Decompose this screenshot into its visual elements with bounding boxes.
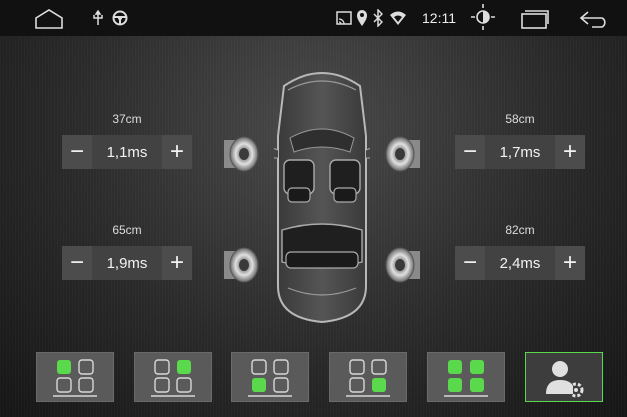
bluetooth-icon (373, 9, 383, 27)
increase-delay-button[interactable]: + (555, 135, 585, 169)
distance-label: 65cm (112, 223, 142, 237)
user-settings-icon (546, 361, 584, 398)
preset-custom[interactable] (525, 352, 603, 402)
usb-icon (93, 10, 103, 25)
increase-delay-button[interactable]: + (162, 135, 192, 169)
preset-all-seats[interactable] (427, 352, 505, 402)
speaker-front-right-icon (385, 136, 420, 172)
delay-value: 1,1ms (92, 135, 162, 169)
speaker-rear-right-icon (385, 247, 420, 283)
cast-icon (336, 11, 352, 25)
preset-rear-left[interactable] (231, 352, 309, 402)
seat-layout-front-left-icon (53, 359, 97, 397)
back-icon[interactable] (578, 10, 610, 28)
decrease-delay-button[interactable]: − (62, 135, 92, 169)
decrease-delay-button[interactable]: − (455, 246, 485, 280)
wifi-icon (390, 11, 406, 25)
decrease-delay-button[interactable]: − (62, 246, 92, 280)
location-icon (357, 10, 367, 26)
delay-value: 1,7ms (485, 135, 555, 169)
clock: 12:11 (422, 10, 456, 26)
recent-apps-icon[interactable] (520, 9, 550, 29)
seat-layout-all-icon (444, 360, 488, 397)
increase-delay-button[interactable]: + (162, 246, 192, 280)
preset-front-left[interactable] (36, 352, 114, 402)
speaker-rear-left-icon (224, 247, 259, 283)
delay-value: 2,4ms (485, 246, 555, 280)
seat-layout-rear-right-icon (346, 359, 390, 397)
preset-rear-right[interactable] (329, 352, 407, 402)
delay-value: 1,9ms (92, 246, 162, 280)
preset-front-right[interactable] (134, 352, 212, 402)
car-top-view (274, 72, 370, 324)
distance-label: 58cm (505, 112, 535, 126)
distance-label: 82cm (505, 223, 535, 237)
seat-layout-rear-left-icon (248, 359, 292, 397)
steering-wheel-icon (112, 10, 128, 26)
speaker-front-left-icon (224, 136, 259, 172)
seat-layout-front-right-icon (151, 359, 195, 397)
brightness-icon[interactable] (470, 3, 496, 31)
decrease-delay-button[interactable]: − (455, 135, 485, 169)
status-bar: 12:11 (0, 0, 627, 36)
increase-delay-button[interactable]: + (555, 246, 585, 280)
home-icon[interactable] (34, 9, 64, 29)
distance-label: 37cm (112, 112, 142, 126)
